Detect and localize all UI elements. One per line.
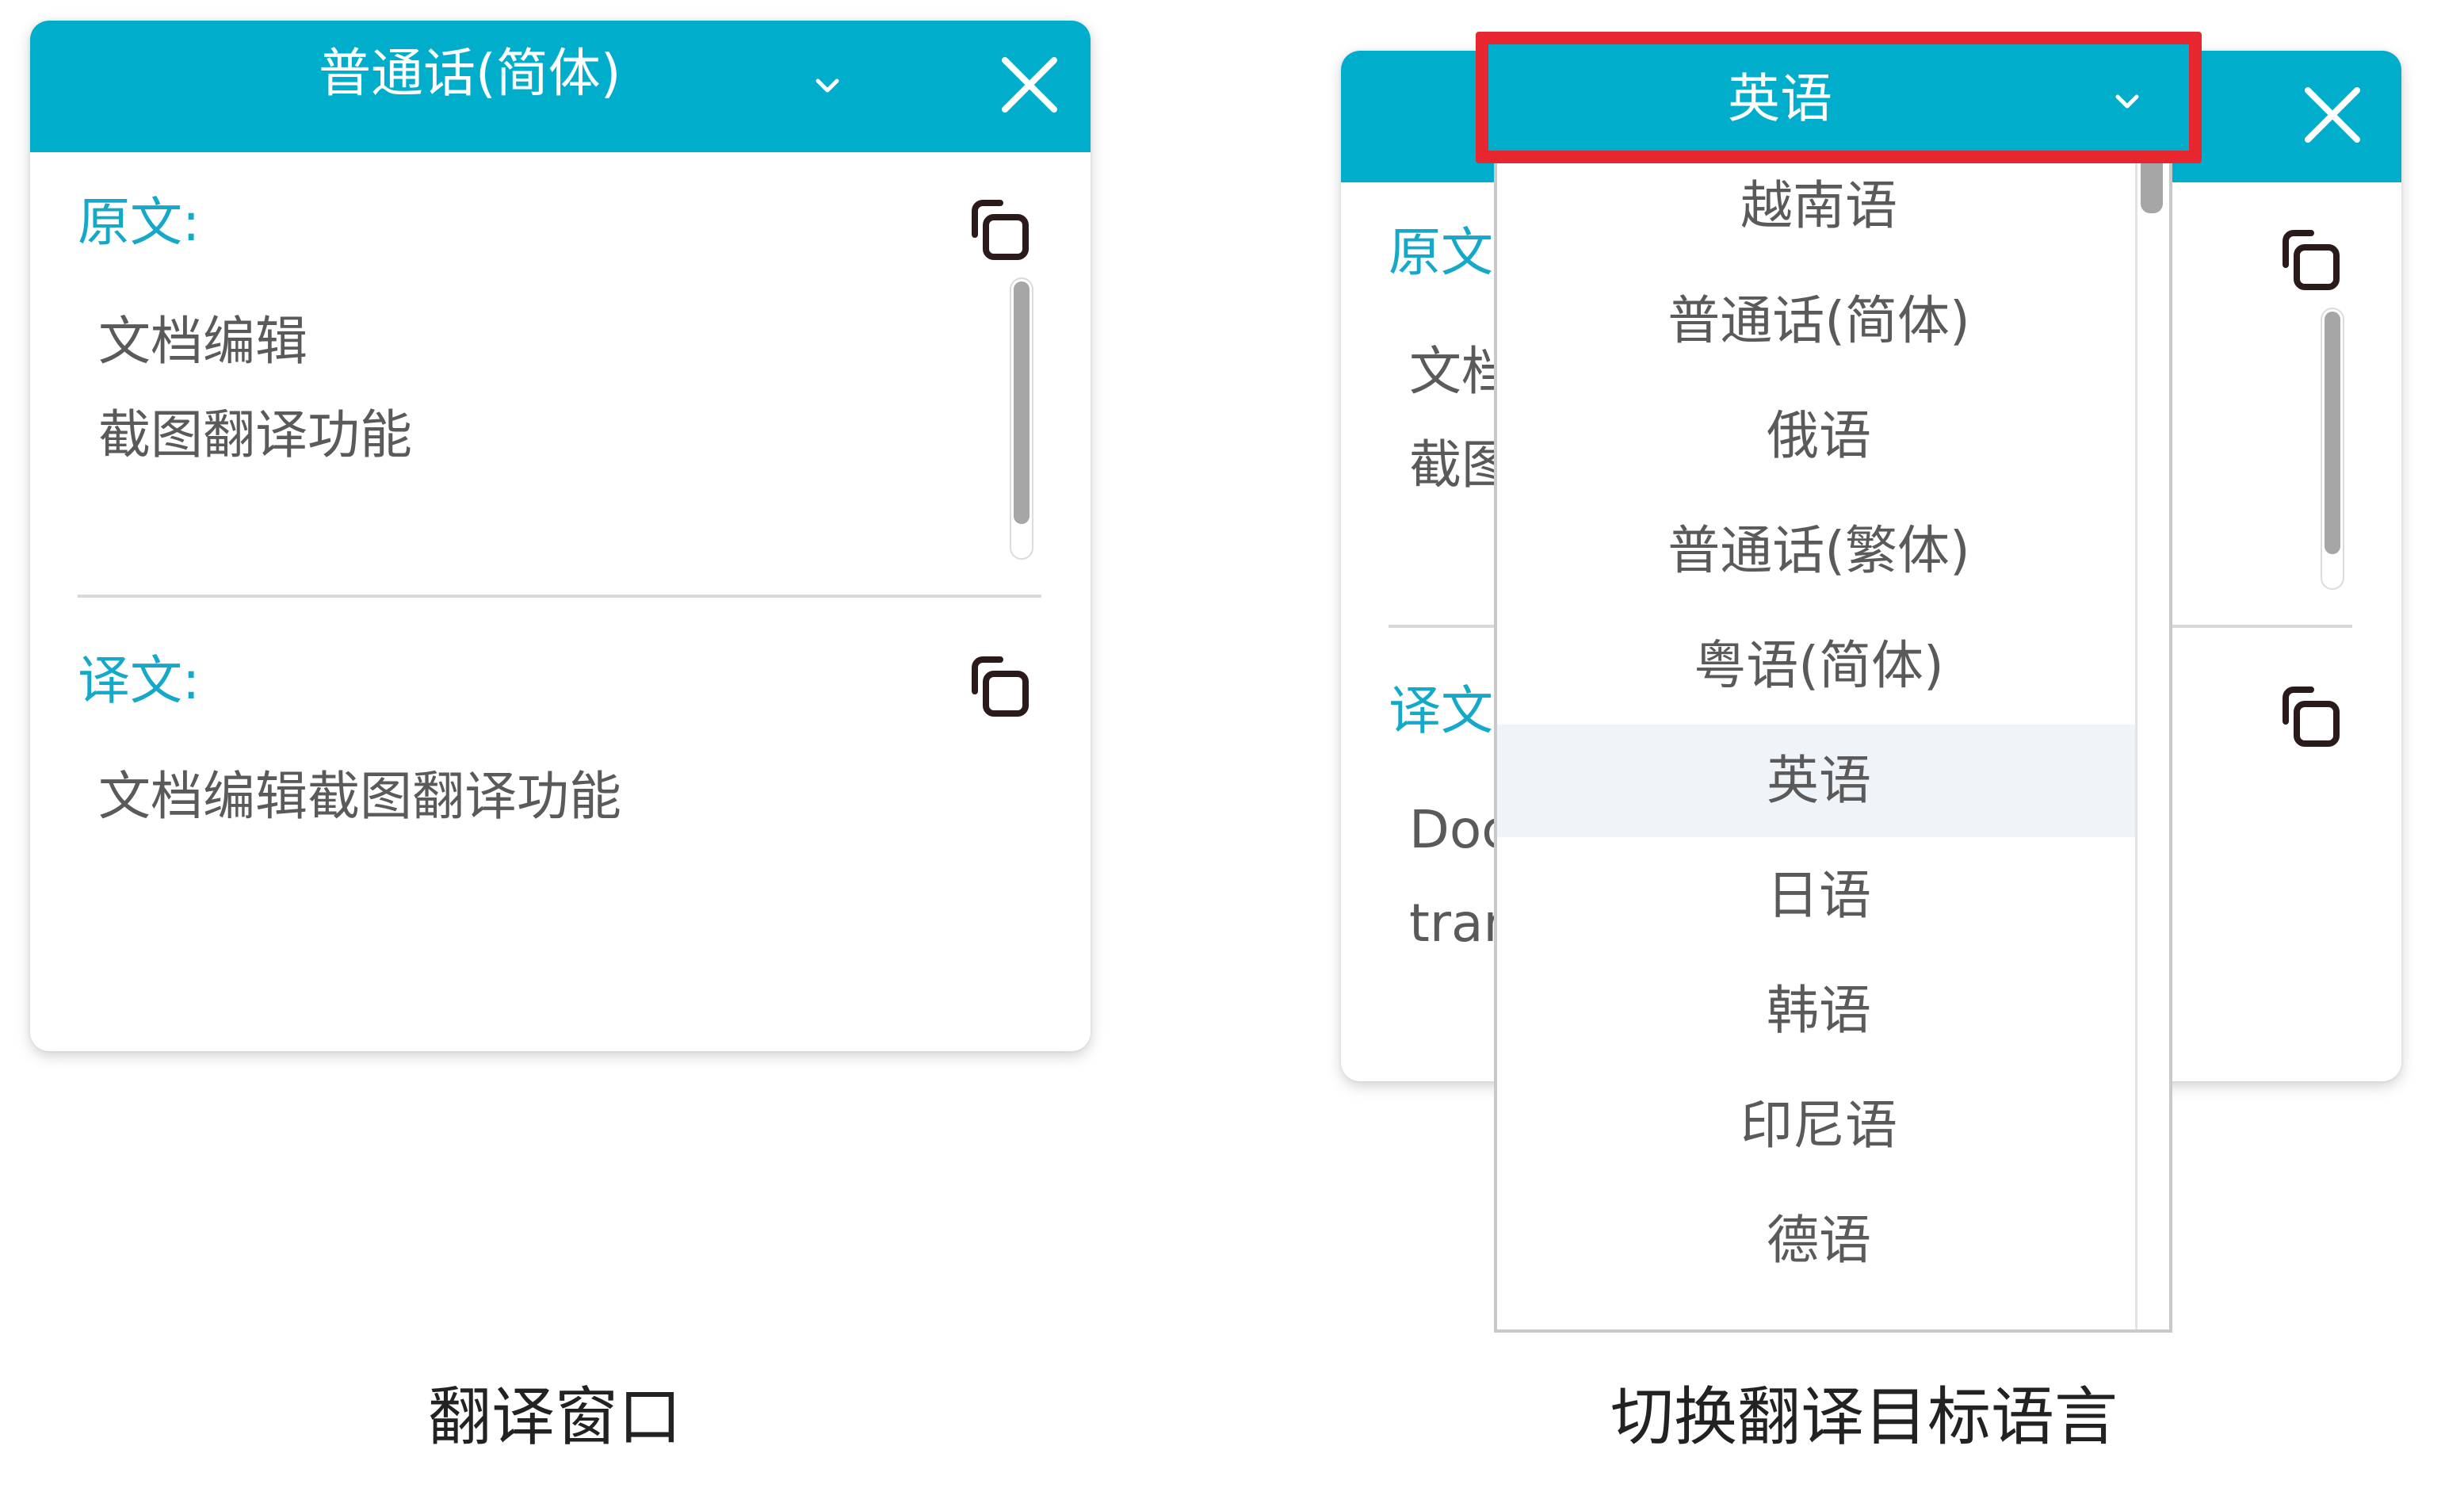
translation-label: 译文 (1389, 680, 1493, 741)
dropdown-option[interactable]: 德语 (1497, 1184, 2141, 1297)
translate-window-left: 普通话(简体) 原文: 文档编辑 截图翻译功能 译文: 文档编辑截图翻译功能 (30, 21, 1091, 1051)
original-text-line: 截图翻译功能 (98, 404, 412, 465)
language-dropdown-list: 越南语 普通话(简体) 俄语 普通话(繁体) 粤语(简体) 英语 日语 韩语 印… (1494, 147, 2172, 1333)
dropdown-option[interactable]: 日语 (1497, 840, 2141, 952)
chevron-down-icon[interactable] (812, 70, 843, 101)
dropdown-option[interactable]: 韩语 (1497, 954, 2141, 1067)
original-label: 原文: (78, 192, 201, 253)
dropdown-option[interactable]: 印尼语 (1497, 1069, 2141, 1182)
dropdown-option-selected[interactable]: 英语 (1497, 725, 2141, 837)
copy-icon[interactable] (2276, 224, 2347, 295)
copy-icon[interactable] (2276, 680, 2347, 752)
original-label: 原文 (1389, 222, 1493, 283)
dropdown-option[interactable]: 越南语 (1497, 150, 2141, 262)
translation-text: 文档编辑截图翻译功能 (98, 766, 621, 827)
caption-right: 切换翻译目标语言 (1610, 1380, 2118, 1454)
close-icon[interactable] (995, 51, 1064, 119)
dropdown-scrollbar[interactable] (2135, 150, 2166, 1329)
copy-icon[interactable] (965, 193, 1037, 265)
original-scrollbar-thumb[interactable] (1014, 281, 1030, 524)
original-scrollbar-thumb[interactable] (2325, 312, 2340, 554)
dropdown-option[interactable]: 普通话(繁体) (1497, 495, 2141, 607)
dropdown-option[interactable]: 粤语(简体) (1497, 610, 2141, 722)
original-scrollbar[interactable] (1010, 277, 1033, 560)
dropdown-option[interactable]: 俄语 (1497, 380, 2141, 492)
dropdown-option[interactable]: 普通话(简体) (1497, 265, 2141, 377)
translation-label: 译文: (78, 650, 201, 711)
close-icon[interactable] (2298, 81, 2367, 149)
window-titlebar: 普通话(简体) (30, 21, 1091, 152)
section-divider (78, 595, 1041, 598)
copy-icon[interactable] (965, 650, 1037, 721)
original-scrollbar[interactable] (2321, 308, 2344, 590)
caption-left: 翻译窗口 (428, 1380, 682, 1454)
source-language-select[interactable]: 普通话(简体) (319, 48, 621, 100)
highlight-annotation (1476, 32, 2202, 163)
original-text-line: 文档编辑 (98, 311, 308, 372)
